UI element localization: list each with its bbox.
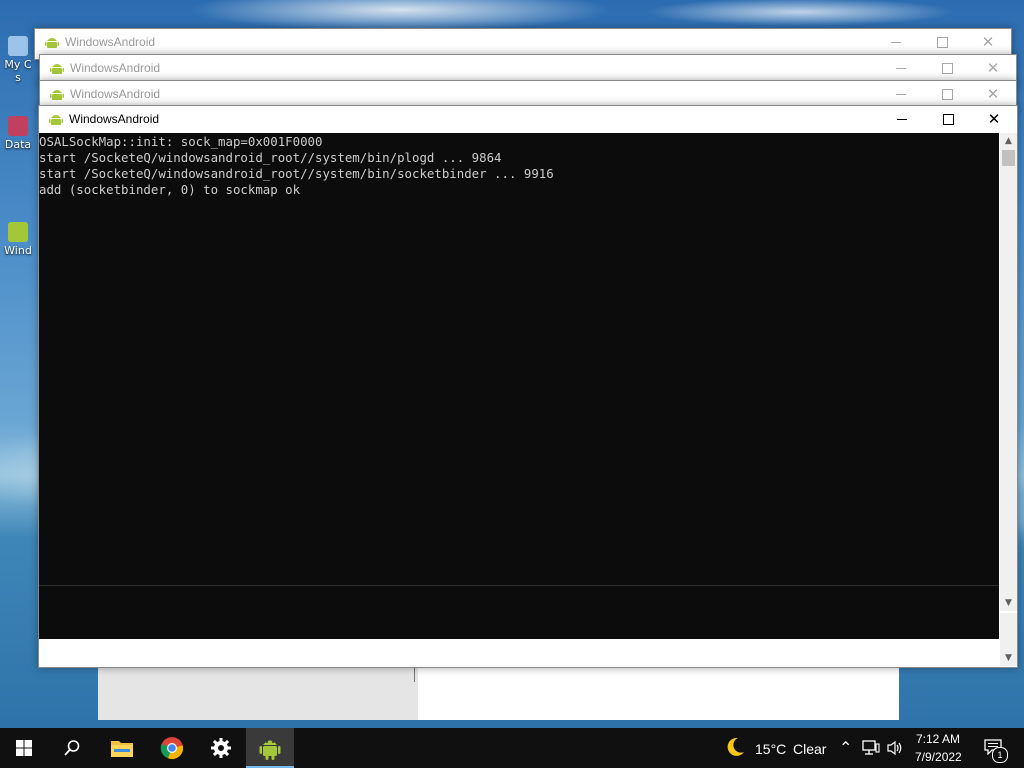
window-title: WindowsAndroid	[65, 35, 156, 49]
window-title: WindowsAndroid	[69, 112, 160, 126]
maximize-icon	[936, 36, 948, 48]
console-line: start /SocketeQ/windowsandroid_root//sys…	[39, 150, 502, 165]
volume-icon[interactable]	[886, 740, 904, 756]
maximize-button[interactable]	[925, 106, 971, 132]
maximize-icon	[942, 113, 954, 125]
console-line: OSALSockMap::init: sock_map=0x001F0000	[39, 134, 323, 149]
scroll-thumb[interactable]	[1002, 150, 1015, 166]
minimize-button[interactable]	[879, 106, 925, 132]
computer-icon	[8, 36, 28, 56]
clock-time[interactable]: 7:12 AM	[916, 732, 960, 746]
desktop-icon-windowsandroid[interactable]: Wind	[0, 222, 36, 257]
window-title: WindowsAndroid	[70, 87, 161, 101]
divider	[414, 668, 415, 682]
title-bar[interactable]: WindowsAndroid ✕	[39, 106, 1017, 132]
scroll-down-arrow-icon[interactable]: ▼	[1000, 650, 1017, 666]
weather-temperature[interactable]: 15°C	[755, 741, 786, 757]
android-icon	[50, 64, 64, 74]
minimize-icon	[897, 118, 907, 120]
scroll-up-arrow-icon[interactable]: ▲	[1000, 133, 1017, 149]
maximize-button[interactable]	[919, 29, 965, 55]
close-icon: ✕	[986, 58, 1000, 77]
minimize-icon	[891, 41, 901, 43]
console-output[interactable]: OSALSockMap::init: sock_map=0x001F0000 s…	[39, 133, 999, 611]
background-window	[98, 666, 899, 720]
desktop-icon-label: Wind	[4, 244, 32, 257]
minimize-icon	[896, 67, 906, 69]
minimize-button[interactable]	[878, 55, 924, 81]
shortcut-icon	[8, 116, 28, 136]
close-button[interactable]: ✕	[970, 55, 1016, 81]
android-icon	[259, 740, 281, 760]
window-windowsandroid-active[interactable]: WindowsAndroid ✕ OSALSockMap::init: sock…	[38, 105, 1018, 668]
title-bar[interactable]: WindowsAndroid ✕	[35, 29, 1011, 55]
chrome-button[interactable]	[148, 728, 196, 768]
folder-icon	[111, 741, 133, 757]
window-title: WindowsAndroid	[70, 61, 161, 75]
minimize-button[interactable]	[878, 81, 924, 107]
chevron-up-icon[interactable]: ⌃	[839, 738, 852, 758]
search-icon	[64, 740, 80, 756]
desktop-icon-label: Data	[4, 138, 32, 151]
desktop-icon-sublabel: s	[15, 71, 21, 84]
start-button[interactable]	[0, 728, 48, 768]
background-window-panel	[98, 666, 418, 720]
notification-badge: 1	[992, 747, 1008, 763]
title-bar[interactable]: WindowsAndroid ✕	[40, 81, 1016, 107]
minimize-icon	[896, 93, 906, 95]
taskbar: 15°C Clear ⌃ 7:12 AM 7/9/2022 1	[0, 728, 1024, 768]
close-icon: ✕	[987, 109, 1001, 128]
desktop-icon-data[interactable]: Data	[0, 116, 36, 151]
maximize-button[interactable]	[924, 81, 970, 107]
gear-icon	[211, 738, 231, 758]
search-button[interactable]	[48, 728, 96, 768]
maximize-button[interactable]	[924, 55, 970, 81]
console-line: start /SocketeQ/windowsandroid_root//sys…	[39, 166, 554, 181]
file-explorer-button[interactable]	[98, 728, 146, 768]
clock-date[interactable]: 7/9/2022	[915, 750, 962, 764]
close-icon: ✕	[986, 84, 1000, 103]
title-bar[interactable]: WindowsAndroid ✕	[40, 55, 1016, 81]
desktop-icon-label: My C	[4, 58, 32, 71]
console-scrollbar[interactable]: ▲ ▼	[1000, 133, 1017, 611]
input-scrollbar[interactable]: ▼	[1000, 613, 1017, 666]
windows-start-icon	[16, 740, 32, 756]
close-button[interactable]: ✕	[971, 106, 1017, 132]
android-icon	[50, 90, 64, 100]
maximize-icon	[941, 62, 953, 74]
android-icon	[49, 115, 63, 125]
settings-button[interactable]	[197, 728, 245, 768]
console-text: OSALSockMap::init: sock_map=0x001F0000 s…	[39, 134, 554, 198]
notification-center-button[interactable]: 1	[978, 732, 1014, 764]
close-icon: ✕	[981, 32, 995, 51]
maximize-icon	[941, 88, 953, 100]
desktop-icon-my-computer[interactable]: My C s	[0, 36, 36, 84]
android-icon	[45, 38, 59, 48]
chrome-icon	[160, 737, 184, 760]
close-button[interactable]: ✕	[965, 29, 1011, 55]
android-icon	[8, 222, 28, 242]
windowsandroid-taskbar-button[interactable]	[246, 728, 294, 768]
moon-icon	[727, 737, 744, 756]
close-button[interactable]: ✕	[970, 81, 1016, 107]
scroll-down-arrow-icon[interactable]: ▼	[1000, 595, 1017, 611]
console-input-area[interactable]	[39, 585, 999, 639]
console-line: add (socketbinder, 0) to sockmap ok	[39, 182, 301, 197]
weather-condition[interactable]: Clear	[793, 741, 826, 757]
minimize-button[interactable]	[873, 29, 919, 55]
network-icon[interactable]	[862, 740, 880, 756]
